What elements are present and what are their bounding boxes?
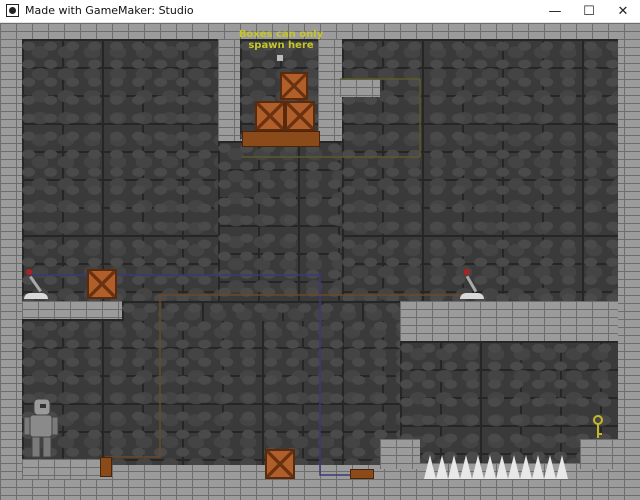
spawn-hint-text: Boxes can only spawn here (238, 29, 324, 51)
pressure-pad[interactable] (350, 469, 374, 479)
pressure-pad[interactable] (100, 457, 112, 477)
minimize-button[interactable]: — (538, 0, 572, 22)
crate[interactable] (87, 269, 117, 299)
window-title: Made with GameMaker: Studio (25, 4, 194, 17)
close-button[interactable]: ✕ (606, 0, 640, 22)
crate[interactable] (280, 72, 308, 100)
game-window: Made with GameMaker: Studio — ☐ ✕ Boxes … (0, 0, 640, 500)
wooden-platform (242, 131, 320, 147)
title-bar: Made with GameMaker: Studio — ☐ ✕ (0, 0, 640, 23)
maximize-button[interactable]: ☐ (572, 0, 606, 22)
key-icon[interactable] (592, 415, 604, 441)
game-canvas[interactable]: Boxes can only spawn here (0, 23, 640, 500)
circuit-wires (30, 78, 470, 476)
spawn-marker (277, 55, 283, 61)
crate[interactable] (285, 101, 315, 131)
app-icon (6, 4, 19, 17)
crate[interactable] (255, 101, 285, 131)
crate[interactable] (265, 449, 295, 479)
robot-player[interactable] (20, 397, 64, 461)
